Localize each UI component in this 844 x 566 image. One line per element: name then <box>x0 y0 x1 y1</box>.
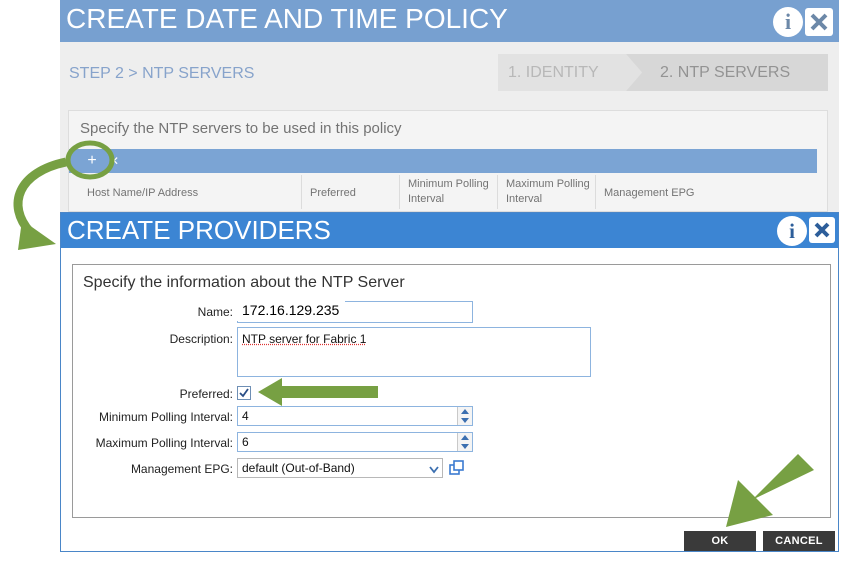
ok-button[interactable]: OK <box>684 531 756 551</box>
management-epg-label: Management EPG: <box>130 462 233 476</box>
table-header: Host Name/IP Address Preferred Minimum P… <box>81 175 817 211</box>
info-icon[interactable]: i <box>777 216 807 246</box>
panel-description: Specify the NTP servers to be used in th… <box>80 120 402 137</box>
max-polling-value: 6 <box>242 435 249 449</box>
step-label: STEP 2 > NTP SERVERS <box>69 65 255 82</box>
delete-icon[interactable]: ✕ <box>105 152 123 170</box>
preferred-checkbox[interactable] <box>237 386 251 400</box>
description-value: NTP server for Fabric 1 <box>242 332 367 346</box>
form-description: Specify the information about the NTP Se… <box>83 274 405 291</box>
preferred-label: Preferred: <box>179 387 233 401</box>
background-dialog: CREATE DATE AND TIME POLICY i STEP 2 > N… <box>60 0 839 212</box>
cancel-button[interactable]: CANCEL <box>763 531 835 551</box>
dialog-title: CREATE PROVIDERS <box>67 215 331 245</box>
min-polling-spinner[interactable] <box>457 407 472 425</box>
name-label: Name: <box>197 305 233 319</box>
ntp-servers-panel: Specify the NTP servers to be used in th… <box>68 110 828 212</box>
min-polling-label: Minimum Polling Interval: <box>98 410 233 424</box>
column-min-polling[interactable]: Minimum Polling Interval <box>399 175 497 209</box>
min-polling-stepper[interactable]: 4 <box>237 406 473 426</box>
column-max-polling[interactable]: Maximum Polling Interval <box>497 175 595 209</box>
description-label: Description: <box>169 332 233 346</box>
create-providers-dialog: CREATE PROVIDERS i Specify the informati… <box>60 212 839 552</box>
chevron-down-icon <box>429 463 439 477</box>
table-toolbar: + ✕ <box>69 149 817 173</box>
background-dialog-title: CREATE DATE AND TIME POLICY <box>66 3 508 34</box>
close-icon[interactable] <box>809 217 835 243</box>
name-input[interactable]: 172.16.129.235 <box>236 299 473 323</box>
info-icon[interactable]: i <box>773 7 803 37</box>
dialog-header: CREATE PROVIDERS i <box>61 213 838 248</box>
column-preferred[interactable]: Preferred <box>301 175 399 209</box>
min-polling-value: 4 <box>242 409 249 423</box>
create-epg-icon[interactable] <box>449 460 465 476</box>
column-management-epg[interactable]: Management EPG <box>595 175 775 209</box>
wizard-step-ntp-servers[interactable]: 2. NTP SERVERS <box>660 54 790 91</box>
management-epg-value: default (Out-of-Band) <box>242 461 355 475</box>
close-icon[interactable] <box>805 8 833 36</box>
name-value: 172.16.129.235 <box>236 299 346 321</box>
management-epg-select[interactable]: default (Out-of-Band) <box>237 458 443 478</box>
description-textarea[interactable]: NTP server for Fabric 1 <box>237 327 591 377</box>
wizard-step-identity[interactable]: 1. IDENTITY <box>508 54 599 91</box>
max-polling-stepper[interactable]: 6 <box>237 432 473 452</box>
max-polling-label: Maximum Polling Interval: <box>95 436 233 450</box>
wizard-steps: 1. IDENTITY 2. NTP SERVERS <box>498 54 828 91</box>
background-dialog-header: CREATE DATE AND TIME POLICY i <box>60 0 839 42</box>
add-icon[interactable]: + <box>83 152 101 170</box>
ntp-server-form: Specify the information about the NTP Se… <box>72 264 831 518</box>
max-polling-spinner[interactable] <box>457 433 472 451</box>
